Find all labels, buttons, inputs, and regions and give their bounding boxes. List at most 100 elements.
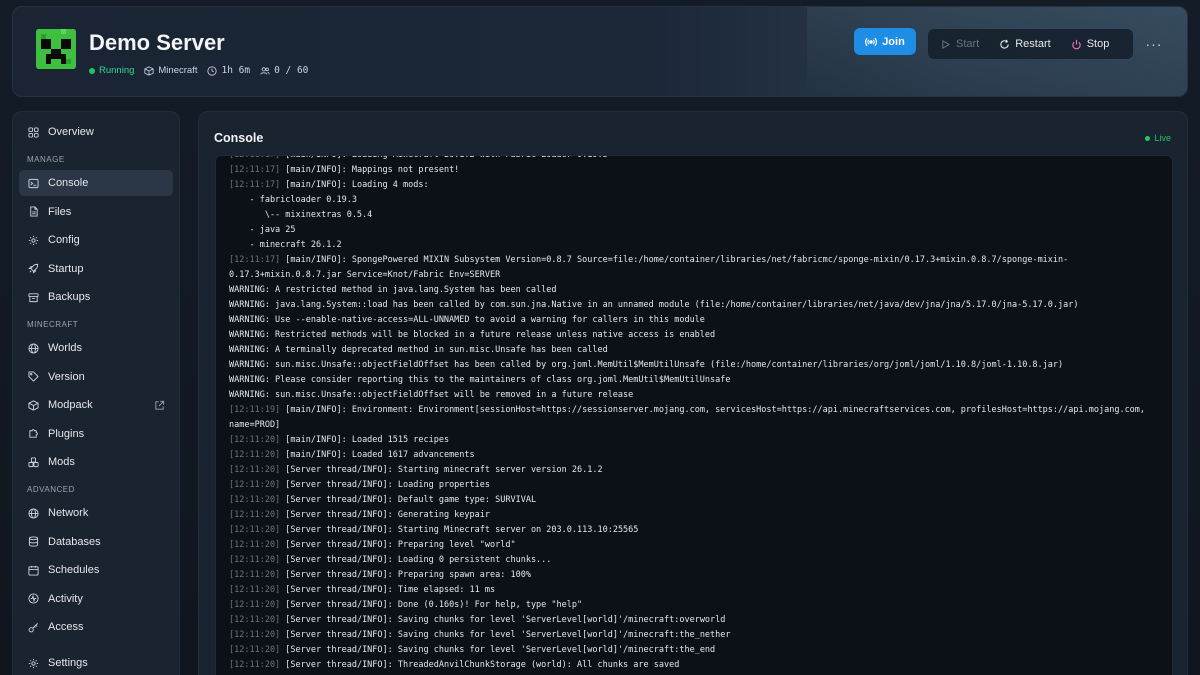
globe-icon: [28, 342, 39, 354]
console-line-timestamp: [12:11:20]: [229, 525, 281, 535]
console-line: [12:11:20] [Server thread/INFO]: Done (0…: [229, 598, 1164, 613]
console-line-timestamp: [12:11:17]: [229, 180, 281, 190]
server-header: Demo Server Running Minecraft 1h 6m 0 / …: [12, 6, 1188, 97]
console-line-text: [Server thread/INFO]: Loading 0 persiste…: [280, 555, 552, 565]
sidebar-item-activity[interactable]: Activity: [19, 586, 173, 612]
stop-button[interactable]: Stop: [1061, 29, 1120, 59]
sidebar-item-access[interactable]: Access: [19, 614, 173, 640]
console-line-timestamp: [12:11:20]: [229, 465, 281, 475]
console-line-text: [main/INFO]: Loaded 1515 recipes: [280, 435, 450, 445]
console-line: WARNING: Restricted methods will be bloc…: [229, 328, 1164, 343]
gear-icon: [28, 235, 39, 245]
sidebar-item-overview[interactable]: Overview: [19, 119, 173, 145]
console-line: [12:11:20] [Server thread/INFO]: Prepari…: [229, 538, 1164, 553]
console-line: [12:11:20] [Server thread/INFO]: Prepari…: [229, 568, 1164, 583]
archive-icon: [28, 292, 39, 302]
sidebar-item-databases[interactable]: Databases: [19, 529, 173, 555]
console-line: [12:11:20] [Server thread/INFO]: Loading…: [229, 478, 1164, 493]
console-line-text: [Server thread/INFO]: Loading properties: [280, 480, 491, 490]
console-line: WARNING: Please consider reporting this …: [229, 373, 1164, 388]
console-line-text: [Server thread/INFO]: ThreadedAnvilChunk…: [280, 660, 680, 670]
sidebar-item-version[interactable]: Version: [19, 364, 173, 390]
console-line: \-- mixinextras 0.5.4: [229, 208, 1164, 223]
calendar-icon: [28, 565, 39, 576]
console-line-timestamp: [12:11:20]: [229, 480, 281, 490]
console-line-timestamp: [12:11:20]: [229, 510, 281, 520]
sidebar-item-network[interactable]: Network: [19, 500, 173, 526]
console-line-text: [Server thread/INFO]: Saving chunks for …: [280, 645, 716, 655]
sidebar-item-mods[interactable]: Mods: [19, 449, 173, 475]
package-icon: [28, 399, 39, 411]
console-line: WARNING: sun.misc.Unsafe::objectFieldOff…: [229, 388, 1164, 403]
console-line-timestamp: [12:11:20]: [229, 585, 281, 595]
sidebar-item-console[interactable]: Console: [19, 170, 173, 196]
console-line-text: [Server thread/INFO]: Preparing level "w…: [280, 540, 516, 550]
console-line-timestamp: [12:11:17]: [229, 155, 281, 160]
console-line-text: 0.17.3+mixin.0.8.7.jar Service=Knot/Fabr…: [229, 270, 501, 280]
console-line-text: [Server thread/INFO]: Done (0.160s)! For…: [280, 600, 583, 610]
game-label: Minecraft: [144, 65, 197, 76]
console-line: [12:11:17] [main/INFO]: Loading Minecraf…: [229, 155, 1164, 163]
console-line-text: [main/INFO]: SpongePowered MIXIN Subsyst…: [280, 255, 1069, 265]
console-line-timestamp: [12:11:20]: [229, 570, 281, 580]
sidebar: Overview MANAGE Console Files Config Sta…: [12, 111, 180, 675]
restart-button[interactable]: Restart: [989, 29, 1060, 59]
console-line: [12:11:20] [Server thread/INFO]: Startin…: [229, 463, 1164, 478]
console-line-timestamp: [12:11:20]: [229, 645, 281, 655]
sidebar-item-backups[interactable]: Backups: [19, 284, 173, 310]
console-line-text: [main/INFO]: Loaded 1617 advancements: [280, 450, 475, 460]
console-line-text: \-- mixinextras 0.5.4: [229, 210, 373, 220]
console-line: - fabricloader 0.19.3: [229, 193, 1164, 208]
console-line: WARNING: A restricted method in java.lan…: [229, 283, 1164, 298]
sidebar-item-modpack[interactable]: Modpack: [19, 392, 173, 418]
console-line: [12:11:20] [Server thread/INFO]: Time el…: [229, 583, 1164, 598]
console-output[interactable]: [12:11:17] [main/INFO]: Loading Minecraf…: [215, 155, 1173, 675]
console-line-text: [Server thread/INFO]: Time elapsed: 11 m…: [280, 585, 496, 595]
blocks-icon: [28, 456, 39, 467]
database-icon: [28, 536, 39, 547]
console-line: 0.17.3+mixin.0.8.7.jar Service=Knot/Fabr…: [229, 268, 1164, 283]
console-line-timestamp: [12:11:20]: [229, 615, 281, 625]
file-icon: [30, 206, 38, 217]
console-line-text: [Server thread/INFO]: Starting Minecraft…: [280, 525, 639, 535]
console-line-text: [Server thread/INFO]: Default game type:…: [280, 495, 537, 505]
console-line-timestamp: [12:11:17]: [229, 255, 281, 265]
console-line: name=PROD]: [229, 418, 1164, 433]
console-line: WARNING: java.lang.System::load has been…: [229, 298, 1164, 313]
section-minecraft: MINECRAFT: [27, 319, 79, 329]
console-line-timestamp: [12:11:17]: [229, 165, 281, 175]
section-manage: MANAGE: [27, 154, 65, 164]
sidebar-item-plugins[interactable]: Plugins: [19, 421, 173, 447]
console-line-timestamp: [12:11:19]: [229, 405, 281, 415]
creeper-logo-icon: [36, 29, 76, 69]
console-line: WARNING: Use --enable-native-access=ALL-…: [229, 313, 1164, 328]
console-line: - java 25: [229, 223, 1164, 238]
console-line-timestamp: [12:11:20]: [229, 540, 281, 550]
console-line-text: [main/INFO]: Mappings not present!: [280, 165, 460, 175]
key-icon: [28, 622, 38, 632]
more-options-button[interactable]: ···: [1141, 33, 1167, 55]
external-link-icon[interactable]: [154, 400, 165, 411]
console-line: [12:11:20] [main/INFO]: Loaded 1515 reci…: [229, 433, 1164, 448]
sidebar-item-worlds[interactable]: Worlds: [19, 335, 173, 361]
console-line-text: [Server thread/INFO]: Starting minecraft…: [280, 465, 603, 475]
console-line-text: WARNING: Restricted methods will be bloc…: [229, 330, 716, 340]
sidebar-item-files[interactable]: Files: [19, 199, 173, 225]
sidebar-item-config[interactable]: Config: [19, 227, 173, 253]
players-label: 0 / 60: [260, 65, 308, 76]
puzzle-icon: [29, 429, 38, 438]
console-line-text: WARNING: sun.misc.Unsafe::objectFieldOff…: [229, 360, 1064, 370]
console-line-text: [main/INFO]: Loading 4 mods:: [280, 180, 429, 190]
section-advanced: ADVANCED: [27, 484, 75, 494]
start-button[interactable]: Start: [930, 29, 989, 59]
terminal-icon: [28, 178, 39, 188]
console-line: [12:11:17] [main/INFO]: Mappings not pre…: [229, 163, 1164, 178]
cube-icon: [144, 65, 154, 76]
console-line: [12:11:17] [main/INFO]: Loading 4 mods:: [229, 178, 1164, 193]
sidebar-item-startup[interactable]: Startup: [19, 256, 173, 282]
sidebar-item-schedules[interactable]: Schedules: [19, 557, 173, 583]
sidebar-item-settings[interactable]: Settings: [19, 650, 173, 675]
join-button[interactable]: Join: [854, 28, 916, 55]
console-line-text: WARNING: A terminally deprecated method …: [229, 345, 608, 355]
console-line-timestamp: [12:11:20]: [229, 660, 281, 670]
